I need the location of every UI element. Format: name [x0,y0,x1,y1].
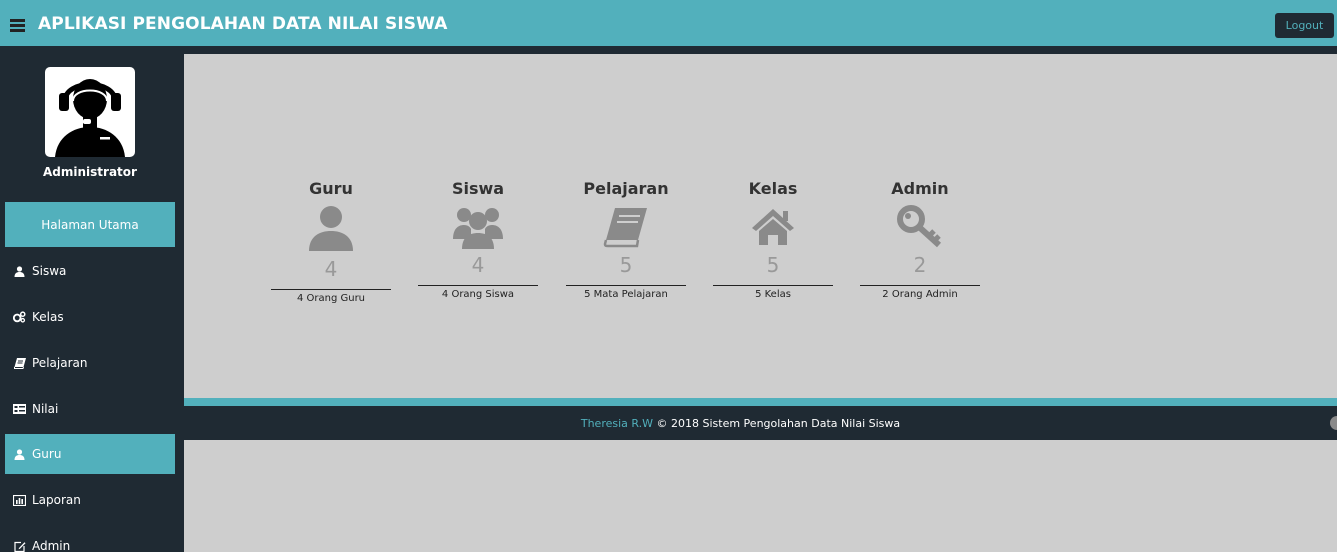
sidebar-item-pelajaran[interactable]: Pelajaran [5,343,175,383]
sidebar-item-laporan[interactable]: Laporan [5,480,175,520]
home-icon [713,199,833,255]
footer-copyright: © 2018 Sistem Pengolahan Data Nilai Sisw… [653,416,901,430]
top-bar-divider [0,46,1337,54]
logout-button[interactable]: Logout [1275,13,1334,38]
stat-caption: 4 Orang Guru [271,289,391,304]
stat-count: 5 [766,253,780,277]
users-group-icon [418,199,538,255]
sidebar-item-label: Kelas [32,310,64,324]
app-title: APLIKASI PENGOLAHAN DATA NILAI SISWA [38,14,448,34]
stat-card-guru: Guru 4 4 Orang Guru [271,179,391,304]
list-card-icon [13,403,26,416]
cogs-icon [13,311,26,324]
sidebar-item-label: Halaman Utama [41,217,139,232]
stat-count: 4 [471,253,485,277]
scroll-to-top-button[interactable] [1330,416,1337,430]
sidebar-item-guru[interactable]: Guru [5,434,175,474]
stat-caption: 5 Mata Pelajaran [566,285,686,300]
stat-card-pelajaran: Pelajaran 5 5 Mata Pelajaran [566,179,686,300]
edit-icon [13,540,26,552]
sidebar-item-label: Admin [32,539,71,552]
book-icon [566,199,686,255]
stat-title: Pelajaran [583,179,669,198]
sidebar-item-label: Guru [32,447,62,461]
book-icon [13,357,26,370]
stat-count: 2 [913,253,927,277]
user-name: Administrator [43,165,137,179]
sidebar: Administrator Halaman Utama Siswa Kelas … [0,54,184,552]
footer-author-link[interactable]: Theresia R.W [581,417,653,430]
stat-title: Guru [309,179,353,198]
footer-divider [184,398,1337,406]
stat-card-siswa: Siswa 4 4 Orang Siswa [418,179,538,300]
stat-caption: 4 Orang Siswa [418,285,538,300]
sidebar-item-siswa[interactable]: Siswa [5,251,175,291]
bar-chart-icon [13,494,26,507]
sidebar-item-kelas[interactable]: Kelas [5,297,175,337]
stat-caption: 5 Kelas [713,285,833,300]
stat-card-admin: Admin 2 2 Orang Admin [860,179,980,300]
sidebar-item-label: Nilai [32,402,59,416]
headset-operator-icon [45,67,135,157]
sidebar-item-admin[interactable]: Admin [5,526,175,552]
top-bar: APLIKASI PENGOLAHAN DATA NILAI SISWA Log… [0,0,1337,46]
stat-count: 4 [324,257,338,281]
sidebar-item-label: Laporan [32,493,81,507]
sidebar-item-label: Siswa [32,264,67,278]
sidebar-item-label: Pelajaran [32,356,88,370]
stat-card-kelas: Kelas 5 5 Kelas [713,179,833,300]
hamburger-icon[interactable] [10,19,25,32]
sidebar-item-halaman-utama[interactable]: Halaman Utama [5,202,175,247]
stat-caption: 2 Orang Admin [860,285,980,300]
key-icon [860,199,980,255]
stat-title: Kelas [748,179,798,198]
user-icon [13,265,26,278]
user-icon [13,448,26,461]
stat-title: Siswa [451,179,505,198]
stat-count: 5 [619,253,633,277]
stat-title: Admin [891,179,949,198]
user-icon [271,199,391,255]
footer: Theresia R.W © 2018 Sistem Pengolahan Da… [184,406,1337,440]
sidebar-item-nilai[interactable]: Nilai [5,389,175,429]
